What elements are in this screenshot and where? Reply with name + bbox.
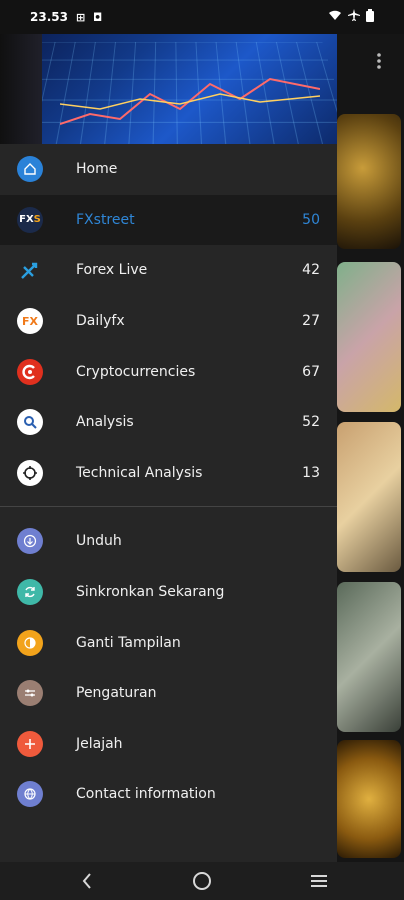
article-thumbnail[interactable]: [337, 582, 401, 732]
sidebar-item-label: Ganti Tampilan: [76, 634, 181, 651]
sidebar-item-label: Analysis: [76, 414, 134, 431]
sidebar-item-label: Forex Live: [76, 262, 148, 279]
crypto-logo: [17, 358, 43, 385]
theme-icon: [17, 629, 43, 656]
article-thumbnail[interactable]: [337, 740, 401, 858]
action-list: Unduh Sinkronkan Sekarang Ganti Tampilan…: [0, 516, 337, 820]
header-chart-decoration: [60, 77, 320, 125]
unread-count: 50: [302, 211, 320, 228]
home-icon: [17, 156, 43, 183]
dailyfx-logo: FX: [17, 308, 43, 335]
sidebar-item-analysis[interactable]: Analysis 52: [0, 397, 337, 448]
contact-icon: [17, 781, 43, 808]
sidebar-item-label: Home: [76, 161, 118, 178]
sidebar-item-download[interactable]: Unduh: [0, 516, 337, 567]
sync-icon: [17, 579, 43, 606]
sidebar-item-home[interactable]: Home: [0, 144, 337, 195]
header-shadow: [0, 34, 42, 144]
sidebar-item-label: Unduh: [76, 533, 122, 550]
sidebar-item-fxstreet[interactable]: FX S FXstreet 50: [0, 194, 337, 246]
technical-analysis-logo: [17, 459, 43, 486]
unread-count: 67: [302, 363, 320, 380]
sidebar-item-explore[interactable]: Jelajah: [0, 719, 337, 770]
sidebar-item-label: Technical Analysis: [76, 464, 203, 481]
airplane-icon: [348, 9, 360, 25]
article-thumbnail[interactable]: [337, 262, 401, 412]
menu-icon[interactable]: [304, 868, 334, 894]
sidebar-item-contact-information[interactable]: Contact information: [0, 769, 337, 820]
sidebar-item-label: FXstreet: [76, 211, 135, 228]
feed-list: Home FX S FXstreet 50 Forex Live 42 FX Da…: [0, 144, 337, 498]
sidebar-item-label: Cryptocurrencies: [76, 363, 196, 380]
sidebar-item-dailyfx[interactable]: FX Dailyfx 27: [0, 296, 337, 347]
download-icon: [17, 528, 43, 555]
settings-icon: [17, 680, 43, 707]
system-navigation-bar: [0, 862, 404, 900]
wifi-icon: [328, 9, 342, 25]
background-feed-list: [337, 34, 404, 862]
status-time: 23.53: [30, 10, 68, 24]
sidebar-item-label: Dailyfx: [76, 313, 125, 330]
analysis-logo: [17, 409, 43, 436]
more-options-icon[interactable]: [377, 52, 381, 70]
unread-count: 27: [302, 313, 320, 330]
sidebar-item-cryptocurrencies[interactable]: Cryptocurrencies 67: [0, 346, 337, 397]
fxstreet-logo: FX S: [17, 206, 43, 233]
status-bar: 23.53 ⊞ ◘: [0, 0, 404, 34]
sidebar-item-settings[interactable]: Pengaturan: [0, 668, 337, 719]
unread-count: 42: [302, 262, 320, 279]
sidebar-item-label: Jelajah: [76, 735, 123, 752]
drawer-header-image: [0, 34, 337, 144]
forexlive-logo: [17, 257, 43, 283]
section-divider: [0, 506, 337, 508]
explore-icon: [17, 730, 43, 757]
sidebar-item-change-view[interactable]: Ganti Tampilan: [0, 617, 337, 668]
status-notification-icons: ⊞ ◘: [75, 10, 105, 24]
unread-count: 13: [302, 464, 320, 481]
battery-icon: [366, 9, 374, 25]
navigation-drawer: Home FX S FXstreet 50 Forex Live 42 FX Da…: [0, 34, 337, 862]
sidebar-item-sync[interactable]: Sinkronkan Sekarang: [0, 567, 337, 618]
unread-count: 52: [302, 414, 320, 431]
sidebar-item-technical-analysis[interactable]: Technical Analysis 13: [0, 448, 337, 499]
article-thumbnail[interactable]: [337, 114, 401, 249]
status-right-icons: [328, 9, 374, 25]
sidebar-item-label: Sinkronkan Sekarang: [76, 584, 225, 601]
sidebar-item-label: Pengaturan: [76, 685, 157, 702]
article-thumbnail[interactable]: [337, 422, 401, 572]
back-icon[interactable]: [72, 868, 102, 894]
sidebar-item-forex-live[interactable]: Forex Live 42: [0, 245, 337, 296]
home-nav-icon[interactable]: [187, 868, 217, 894]
sidebar-item-label: Contact information: [76, 786, 216, 803]
